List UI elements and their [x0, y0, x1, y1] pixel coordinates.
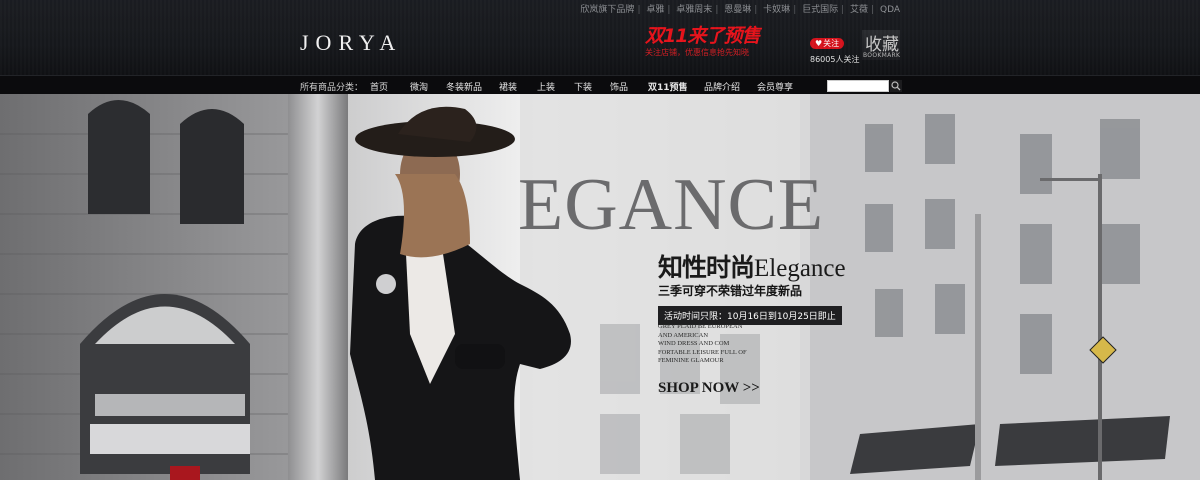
desc-line: WIND DRESS AND COM	[658, 340, 730, 348]
hero-tagline: 知性时尚Elegance	[658, 248, 846, 284]
top-brand-links: 欣岚旗下品牌 | 卓雅 | 卓雅周末 | 恩曼琳 | 卡奴琳 | 巨式国际 | 艾薇 | QD…	[580, 5, 900, 15]
promo-subtitle: 关注店铺，优惠信息抢先知晓	[645, 48, 749, 57]
top-link-jushi[interactable]: 巨式国际	[802, 5, 838, 15]
follow-button-label: 关注	[823, 39, 840, 48]
search-button[interactable]	[890, 80, 902, 92]
desc-line: AND AMERICAN	[658, 331, 709, 339]
promo-block[interactable]: 双11来了预售 关注店铺，优惠信息抢先知晓	[645, 26, 765, 58]
top-link-group: 欣岚旗下品牌	[580, 5, 635, 15]
shop-now-link[interactable]: SHOP NOW >>	[658, 380, 760, 397]
top-link-jorya[interactable]: 卓雅	[646, 5, 664, 15]
desc-line: FORTABLE LEISURE FULL OF	[658, 348, 747, 356]
search-icon	[891, 81, 901, 91]
hero-subline: 三季可穿不荣错过年度新品	[658, 284, 803, 298]
nav-item-members[interactable]: 会员尊享	[757, 80, 793, 93]
nav-item-double11[interactable]: 双11预售	[648, 80, 688, 93]
nav-item-brand[interactable]: 品牌介绍	[704, 80, 740, 93]
nav-item-home[interactable]: 首页	[370, 80, 388, 93]
hero-description: GREY PLAID BE EUROPEAN AND AMERICAN WIND…	[658, 323, 788, 366]
hero-banner[interactable]: EGANCE 知性时尚Elegance 三季可穿不荣错过年度新品 活动时间只限：…	[0, 94, 1200, 480]
search-input[interactable]	[827, 80, 889, 92]
top-link-kanulin[interactable]: 卡奴琳	[763, 5, 790, 15]
store-page: 欣岚旗下品牌 | 卓雅 | 卓雅周末 | 恩曼琳 | 卡奴琳 | 巨式国际 | 艾薇 | QD…	[0, 0, 1200, 480]
top-link-jorya-weekend[interactable]: 卓雅周末	[676, 5, 712, 15]
hero-photo	[0, 94, 1200, 480]
nav-item-bottoms[interactable]: 下装	[574, 80, 592, 93]
nav-category-label: 所有商品分类：	[300, 83, 364, 93]
follower-count: 86005人关注	[810, 55, 860, 64]
hero-headline: EGANCE	[518, 164, 825, 246]
hero-tagline-en: Elegance	[754, 255, 846, 282]
nav-item-dresses[interactable]: 裙装	[499, 80, 517, 93]
nav-item-winter-new[interactable]: 冬装新品	[446, 80, 482, 93]
top-link-aiwei[interactable]: 艾薇	[850, 5, 868, 15]
category-nav: 所有商品分类： 首页 微淘 冬装新品 裙装 上装 下装 饰品 双11预售 品牌介…	[0, 75, 1200, 95]
bookmark-button[interactable]: 收藏 BOOKMARK	[862, 30, 900, 60]
desc-line: GREY PLAID BE EUROPEAN	[658, 323, 743, 330]
follow-block: ♥关注 86005人关注	[810, 33, 860, 65]
bookmark-sublabel: BOOKMARK	[863, 52, 901, 59]
nav-item-weitao[interactable]: 微淘	[410, 80, 428, 93]
top-link-enmanlin[interactable]: 恩曼琳	[724, 5, 751, 15]
brand-logo[interactable]: JORYA	[300, 30, 402, 56]
promo-title: 双11来了预售	[645, 25, 760, 47]
heart-icon: ♥	[815, 39, 823, 48]
follow-button[interactable]: ♥关注	[810, 38, 845, 49]
top-link-qda[interactable]: QDA	[880, 5, 900, 15]
nav-item-tops[interactable]: 上装	[537, 80, 555, 93]
store-header: 欣岚旗下品牌 | 卓雅 | 卓雅周末 | 恩曼琳 | 卡奴琳 | 巨式国际 | 艾薇 | QD…	[0, 0, 1200, 75]
hero-tagline-cn: 知性时尚	[658, 253, 755, 282]
nav-item-accessories[interactable]: 饰品	[610, 80, 628, 93]
desc-line: FEMININE GLAMOUR	[658, 357, 724, 365]
